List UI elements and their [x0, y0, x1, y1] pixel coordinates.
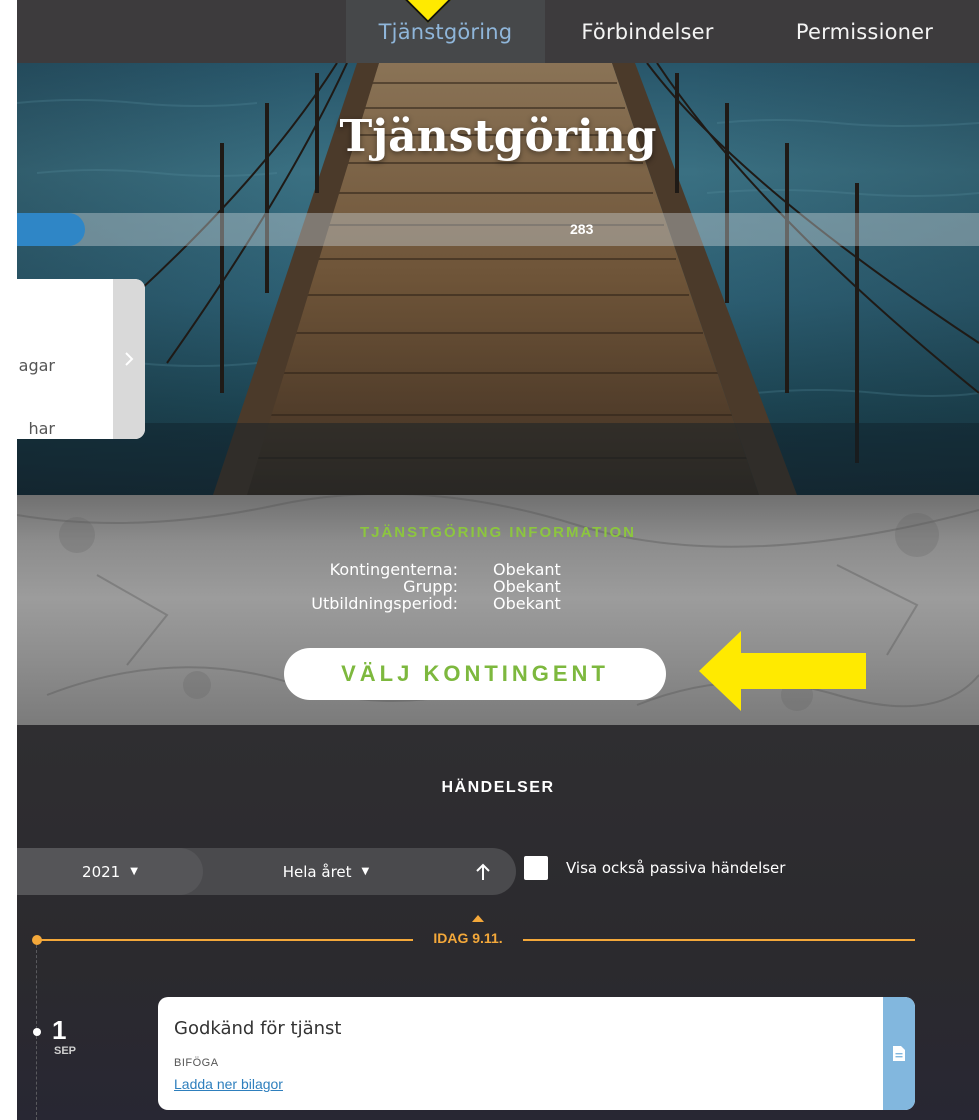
today-marker-icon [472, 915, 484, 922]
sort-button[interactable] [449, 848, 516, 895]
event-day: 1 [52, 1015, 67, 1045]
days-info-text: agar har 64 r. [17, 313, 113, 439]
chevron-right-icon[interactable] [113, 279, 145, 439]
progress-value: 283 [570, 221, 594, 237]
timeline-line [523, 939, 915, 941]
event-dot [33, 1028, 41, 1036]
event-title: Godkänd för tjänst [174, 1018, 342, 1039]
event-card[interactable]: Godkänd för tjänst BIFÖGA Ladda ner bila… [158, 997, 915, 1110]
service-progress-bar: 283 [17, 213, 979, 246]
service-info-heading: TJÄNSTGÖRING INFORMATION [359, 524, 637, 541]
arrow-up-icon [475, 863, 490, 880]
show-passive-checkbox[interactable] [524, 856, 548, 880]
tab-forbindelser[interactable]: Förbindelser [545, 0, 750, 63]
year-select[interactable]: 2021 ▼ [17, 848, 203, 895]
events-heading: HÄNDELSER [441, 779, 555, 796]
caret-down-icon: ▼ [130, 866, 138, 877]
hero-banner: Tjänstgöring 283 agar har 64 r. [17, 63, 979, 495]
events-filter-bar: 2021 ▼ Hela året ▼ [17, 848, 516, 895]
show-passive-label: Visa också passiva händelser [566, 859, 786, 877]
caret-down-icon: ▼ [361, 866, 370, 877]
top-nav: Tjänstgöring Förbindelser Permissioner [17, 0, 979, 63]
choose-contingent-button[interactable]: VÄLJ KONTINGENT [284, 648, 666, 700]
tab-permissioner[interactable]: Permissioner [750, 0, 979, 63]
download-attachments-link[interactable]: Ladda ner bilagor [174, 1076, 283, 1092]
days-info-line: agar [18, 356, 55, 375]
days-info-line: har [28, 419, 55, 438]
page-title: Tjänstgöring [339, 111, 657, 162]
days-info-card[interactable]: agar har 64 r. [17, 279, 145, 439]
period-select[interactable]: Hela året ▼ [203, 848, 449, 895]
events-section: HÄNDELSER 2021 ▼ Hela året ▼ Visa också … [17, 725, 979, 1120]
year-select-value: 2021 [82, 862, 121, 881]
tab-tjanstgoring[interactable]: Tjänstgöring [346, 0, 545, 63]
progress-fill [17, 213, 85, 246]
period-select-value: Hela året [282, 862, 352, 881]
today-label: IDAG 9.11. [433, 930, 503, 946]
info-value: Obekant [493, 594, 561, 613]
document-icon [893, 1046, 905, 1061]
event-month: SEP [54, 1045, 77, 1057]
attachments-label: BIFÖGA [174, 1057, 219, 1069]
info-label: Utbildningsperiod: [311, 594, 458, 613]
document-icon-button[interactable] [883, 997, 915, 1110]
timeline-line [41, 939, 413, 941]
callout-arrow-icon [699, 631, 866, 711]
